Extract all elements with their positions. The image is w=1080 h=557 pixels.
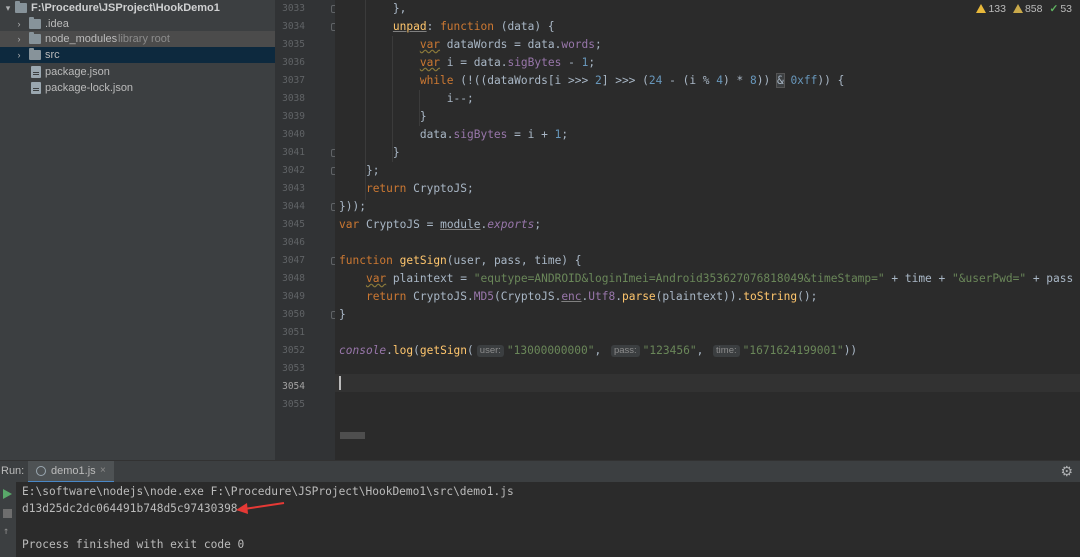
line-number-current: 3054 bbox=[282, 381, 305, 392]
line-number: 3043 bbox=[282, 183, 305, 194]
folder-icon bbox=[29, 48, 41, 60]
line-number: 3052 bbox=[282, 345, 305, 356]
code-line-3036: var i = data.sigBytes - 1; bbox=[419, 56, 596, 69]
folder-icon bbox=[29, 17, 41, 29]
run-label: Run: bbox=[1, 465, 25, 477]
tree-item-label: package-lock.json bbox=[45, 82, 134, 94]
code-line-3034: unpad: function (data) { bbox=[392, 20, 555, 33]
line-number: 3055 bbox=[282, 399, 305, 410]
chevron-right-icon[interactable]: › bbox=[14, 31, 24, 47]
tree-item-label: F:\Procedure\JSProject\HookDemo1 bbox=[31, 2, 220, 14]
line-number: 3036 bbox=[282, 57, 305, 68]
folder-icon bbox=[15, 1, 27, 13]
json-file-icon bbox=[31, 82, 41, 94]
stop-icon[interactable] bbox=[3, 509, 12, 518]
tree-item-label: .idea bbox=[45, 18, 69, 30]
folder-icon bbox=[29, 32, 41, 44]
console-command-line: E:\software\nodejs\node.exe F:\Procedure… bbox=[22, 485, 514, 498]
chevron-right-icon[interactable]: › bbox=[14, 47, 24, 63]
line-number: 3037 bbox=[282, 75, 305, 86]
tree-item-package-json[interactable]: package.json bbox=[0, 64, 275, 80]
inspection-widget[interactable]: 133 858 ✓ 53 bbox=[976, 3, 1072, 15]
code-line-3037: while (!((dataWords[i >>> 2] >>> (24 - (… bbox=[419, 73, 845, 88]
line-number: 3046 bbox=[282, 237, 305, 248]
console-output-line: d13d25dc2dc064491b748d5c97430398 bbox=[22, 502, 238, 515]
run-toolbar: ↑ bbox=[0, 482, 16, 557]
tree-item-label: package.json bbox=[45, 66, 110, 78]
horizontal-scrollbar[interactable] bbox=[340, 432, 365, 439]
run-toolwindow-header: Run: demo1.js × ⚙ bbox=[0, 460, 1080, 483]
line-number: 3050 bbox=[282, 309, 305, 320]
text-caret bbox=[339, 376, 341, 390]
arrow-up-icon[interactable]: ↑ bbox=[3, 526, 9, 537]
line-number: 3049 bbox=[282, 291, 305, 302]
tree-item-root[interactable]: ▾ F:\Procedure\JSProject\HookDemo1 bbox=[0, 0, 275, 16]
tree-item-label: node_modules bbox=[45, 33, 118, 45]
project-tree: ▾ F:\Procedure\JSProject\HookDemo1 › .id… bbox=[0, 0, 275, 460]
line-number: 3053 bbox=[282, 363, 305, 374]
close-icon[interactable]: × bbox=[100, 465, 106, 476]
line-number: 3035 bbox=[282, 39, 305, 50]
line-number: 3048 bbox=[282, 273, 305, 284]
tree-item-src[interactable]: › src bbox=[0, 47, 275, 63]
code-line-3048: var plaintext = "equtype=ANDROID&loginIm… bbox=[365, 272, 1080, 285]
red-arrow-icon bbox=[236, 502, 285, 514]
code-line-3043: return CryptoJS; bbox=[365, 182, 474, 195]
warnings-indicator[interactable]: 133 bbox=[976, 3, 1006, 15]
param-hint-time: time: bbox=[713, 345, 740, 357]
weak-warning-icon bbox=[1012, 4, 1023, 13]
tree-item-idea[interactable]: › .idea bbox=[0, 16, 275, 32]
rerun-icon[interactable] bbox=[3, 489, 12, 499]
gear-icon[interactable]: ⚙ bbox=[1060, 463, 1073, 480]
line-number: 3040 bbox=[282, 129, 305, 140]
line-number: 3038 bbox=[282, 93, 305, 104]
code-line-3038: i--; bbox=[446, 92, 474, 105]
chevron-right-icon[interactable]: › bbox=[14, 16, 24, 32]
code-line-3049: return CryptoJS.MD5(CryptoJS.enc.Utf8.pa… bbox=[365, 290, 818, 303]
line-number: 3033 bbox=[282, 3, 305, 14]
line-number: 3042 bbox=[282, 165, 305, 176]
ok-indicator[interactable]: ✓ 53 bbox=[1050, 3, 1073, 15]
code-line-3042: }; bbox=[365, 164, 380, 177]
warning-icon bbox=[976, 4, 987, 13]
tree-item-package-lock-json[interactable]: package-lock.json bbox=[0, 80, 275, 96]
current-line-highlight bbox=[335, 374, 1080, 392]
code-editor[interactable]: }, unpad: function (data) { var dataWord… bbox=[335, 0, 1080, 460]
code-line-3045: var CryptoJS = module.exports; bbox=[339, 218, 542, 231]
code-line-3050: } bbox=[339, 308, 346, 321]
code-line-3039: } bbox=[419, 110, 427, 123]
chevron-down-icon[interactable]: ▾ bbox=[3, 0, 13, 16]
code-line-3044: })); bbox=[339, 200, 366, 213]
code-line-3040: data.sigBytes = i + 1; bbox=[419, 128, 569, 141]
tree-item-label: src bbox=[45, 49, 60, 61]
param-hint-pass: pass: bbox=[610, 345, 640, 357]
checkmark-icon: ✓ bbox=[1049, 3, 1059, 15]
line-number: 3039 bbox=[282, 111, 305, 122]
run-tab-label: demo1.js bbox=[51, 465, 96, 477]
line-number: 3045 bbox=[282, 219, 305, 230]
weak-warnings-indicator[interactable]: 858 bbox=[1012, 3, 1043, 15]
run-console[interactable]: E:\software\nodejs\node.exe F:\Procedure… bbox=[16, 482, 1080, 557]
run-config-icon bbox=[36, 466, 46, 476]
code-line-3035: var dataWords = data.words; bbox=[419, 38, 602, 51]
line-number: 3047 bbox=[282, 255, 305, 266]
code-line-3041: } bbox=[392, 146, 400, 159]
line-number: 3034 bbox=[282, 21, 305, 32]
param-hint-user: user: bbox=[476, 345, 504, 357]
code-line-3052: console.log(getSign(user: "13000000000", … bbox=[339, 344, 858, 357]
console-exit-line: Process finished with exit code 0 bbox=[22, 538, 245, 551]
line-number: 3044 bbox=[282, 201, 305, 212]
code-line-3047: function getSign(user, pass, time) { bbox=[339, 254, 582, 267]
line-number-gutter[interactable]: 3033 3034 3035 3036 3037 3038 3039 3040 … bbox=[275, 0, 335, 460]
code-line-3033: }, bbox=[392, 2, 407, 15]
run-tab-demo1[interactable]: demo1.js × bbox=[28, 461, 114, 483]
line-number: 3051 bbox=[282, 327, 305, 338]
tree-item-node-modules[interactable]: › node_modules library root bbox=[0, 31, 275, 47]
line-number: 3041 bbox=[282, 147, 305, 158]
json-file-icon bbox=[31, 66, 41, 78]
library-root-label: library root bbox=[118, 33, 170, 45]
